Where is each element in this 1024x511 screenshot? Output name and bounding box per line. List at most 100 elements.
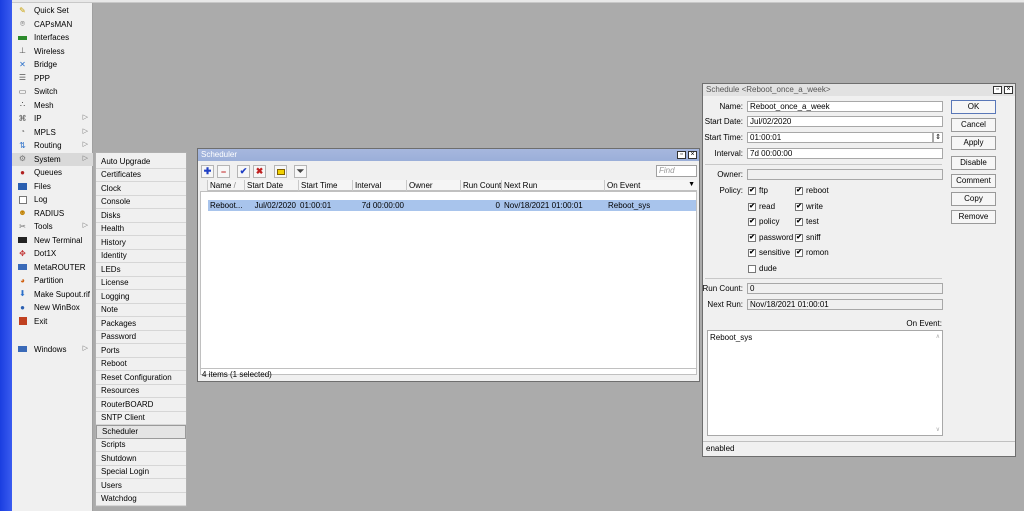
disable-button[interactable]: Disable (951, 156, 996, 170)
menu-item-wireless[interactable]: ⊥ Wireless (12, 45, 93, 58)
menu-item-dot1x[interactable]: ✥ Dot1X (12, 247, 93, 260)
scroll-down-icon[interactable]: ∨ (936, 426, 940, 433)
filter-icon[interactable]: ⏷ (294, 165, 307, 178)
policy-dude-checkbox[interactable]: dude (748, 263, 777, 274)
submenu-item-clock[interactable]: Clock (96, 182, 186, 196)
submenu-item-license[interactable]: License (96, 277, 186, 290)
col-owner[interactable]: Owner (406, 180, 460, 191)
menu-item-interfaces[interactable]: Interfaces (12, 31, 93, 44)
submenu-item-disks[interactable]: Disks (96, 209, 186, 223)
col-interval[interactable]: Interval (352, 180, 406, 191)
menu-item-files[interactable]: Files (12, 180, 93, 193)
menu-item-partition[interactable]: ◕ Partition (12, 274, 93, 287)
menu-item-tools[interactable]: ✂ Tools ▷ (12, 220, 93, 233)
menu-item-metarouter[interactable]: MetaROUTER (12, 261, 93, 274)
close-icon[interactable]: × (1004, 86, 1013, 94)
submenu-item-watchdog[interactable]: Watchdog (96, 493, 186, 506)
restore-icon[interactable]: ▫ (993, 86, 1002, 94)
menu-item-system[interactable]: ⚙ System ▷ (12, 152, 93, 166)
comment-button[interactable]: Comment (951, 174, 996, 188)
on-event-label: On Event: (906, 319, 942, 328)
submenu-item-health[interactable]: Health (96, 223, 186, 236)
menu-item-quick-set[interactable]: ✎ Quick Set (12, 4, 93, 17)
table-row[interactable]: Reboot... Jul/02/2020 01:00:01 7d 00:00:… (208, 200, 696, 211)
submenu-item-sntp-client[interactable]: SNTP Client (96, 412, 186, 425)
col-on-event[interactable]: On Event (604, 180, 697, 191)
disable-icon[interactable]: ✖ (253, 165, 266, 178)
policy-reboot-checkbox[interactable]: ✔ reboot (795, 185, 829, 196)
menu-item-ppp[interactable]: ☰ PPP (12, 72, 93, 85)
ip-icon: ⌘ (18, 113, 27, 123)
menu-item-exit[interactable]: Exit (12, 315, 93, 328)
submenu-item-ports[interactable]: Ports (96, 344, 186, 358)
menu-item-radius[interactable]: ☻ RADIUS (12, 207, 93, 220)
start-time-field[interactable]: 01:00:01 (747, 132, 933, 143)
submenu-item-users[interactable]: Users (96, 479, 186, 493)
apply-button[interactable]: Apply (951, 136, 996, 150)
menu-item-log[interactable]: Log (12, 193, 93, 206)
submenu-item-scheduler[interactable]: Scheduler (96, 425, 186, 439)
comment-icon[interactable] (274, 165, 287, 178)
close-icon[interactable]: × (688, 151, 697, 159)
menu-item-queues[interactable]: ● Queues (12, 166, 93, 179)
menu-item-mpls[interactable]: ◔ MPLS ▷ (12, 126, 93, 139)
submenu-item-auto-upgrade[interactable]: Auto Upgrade (96, 155, 186, 169)
on-event-textarea[interactable]: Reboot_sys ∧ ∨ (707, 330, 943, 436)
menu-item-bridge[interactable]: ✕ Bridge (12, 58, 93, 71)
col-start-date[interactable]: Start Date (244, 180, 298, 191)
submenu-item-history[interactable]: History (96, 236, 186, 250)
submenu-item-leds[interactable]: LEDs (96, 263, 186, 277)
menu-item-capsman[interactable]: ⌾ CAPsMAN (12, 18, 93, 31)
time-spinner-icon[interactable]: ⇕ (933, 132, 943, 143)
submenu-item-shutdown[interactable]: Shutdown (96, 452, 186, 466)
submenu-item-password[interactable]: Password (96, 331, 186, 344)
menu-item-new-winbox[interactable]: ● New WinBox (12, 301, 93, 314)
policy-write-checkbox[interactable]: ✔ write (795, 201, 823, 212)
submenu-item-reset-configuration[interactable]: Reset Configuration (96, 371, 186, 385)
submenu-item-routerboard[interactable]: RouterBOARD (96, 398, 186, 412)
submenu-item-special-login[interactable]: Special Login (96, 466, 186, 479)
menu-item-switch[interactable]: ▭ Switch (12, 85, 93, 98)
start-date-field[interactable]: Jul/02/2020 (747, 116, 943, 127)
submenu-item-scripts[interactable]: Scripts (96, 439, 186, 452)
col-start-time[interactable]: Start Time (298, 180, 352, 191)
submenu-item-identity[interactable]: Identity (96, 250, 186, 263)
policy-sniff-checkbox[interactable]: ✔ sniff (795, 232, 821, 243)
remove-button[interactable]: Remove (951, 210, 996, 224)
column-menu-icon[interactable]: ▼ (688, 181, 695, 188)
menu-item-ip[interactable]: ⌘ IP ▷ (12, 112, 93, 125)
menu-item-mesh[interactable]: ∴ Mesh (12, 99, 93, 112)
menu-item-windows[interactable]: Windows ▷ (12, 343, 93, 356)
col-next-run[interactable]: Next Run (501, 180, 604, 191)
interval-field[interactable]: 7d 00:00:00 (747, 148, 943, 159)
policy-password-checkbox[interactable]: ✔ password (748, 232, 793, 243)
policy-ftp-checkbox[interactable]: ✔ ftp (748, 185, 768, 196)
scroll-up-icon[interactable]: ∧ (936, 333, 940, 340)
submenu-item-console[interactable]: Console (96, 196, 186, 209)
submenu-item-logging[interactable]: Logging (96, 290, 186, 304)
policy-sensitive-checkbox[interactable]: ✔ sensitive (748, 247, 790, 258)
name-field[interactable]: Reboot_once_a_week (747, 101, 943, 112)
restore-icon[interactable]: ▫ (677, 151, 686, 159)
find-input[interactable]: Find (656, 165, 697, 177)
menu-item-routing[interactable]: ⇅ Routing ▷ (12, 139, 93, 152)
policy-test-checkbox[interactable]: ✔ test (795, 216, 819, 227)
policy-read-checkbox[interactable]: ✔ read (748, 201, 775, 212)
policy-policy-checkbox[interactable]: ✔ policy (748, 216, 779, 227)
col-name[interactable]: Name / (207, 180, 244, 191)
col-run-count[interactable]: Run Count (460, 180, 501, 191)
cancel-button[interactable]: Cancel (951, 118, 996, 132)
submenu-item-reboot[interactable]: Reboot (96, 358, 186, 371)
enable-icon[interactable]: ✔ (237, 165, 250, 178)
menu-item-make-supout[interactable]: ⬇ Make Supout.rif (12, 288, 93, 301)
submenu-item-note[interactable]: Note (96, 304, 186, 317)
copy-button[interactable]: Copy (951, 192, 996, 206)
remove-icon[interactable]: − (217, 165, 230, 178)
add-icon[interactable]: ✚ (201, 165, 214, 178)
submenu-item-resources[interactable]: Resources (96, 385, 186, 398)
submenu-item-packages[interactable]: Packages (96, 317, 186, 331)
ok-button[interactable]: OK (951, 100, 996, 114)
submenu-item-certificates[interactable]: Certificates (96, 169, 186, 182)
policy-romon-checkbox[interactable]: ✔ romon (795, 247, 829, 258)
menu-item-new-terminal[interactable]: New Terminal (12, 234, 93, 247)
